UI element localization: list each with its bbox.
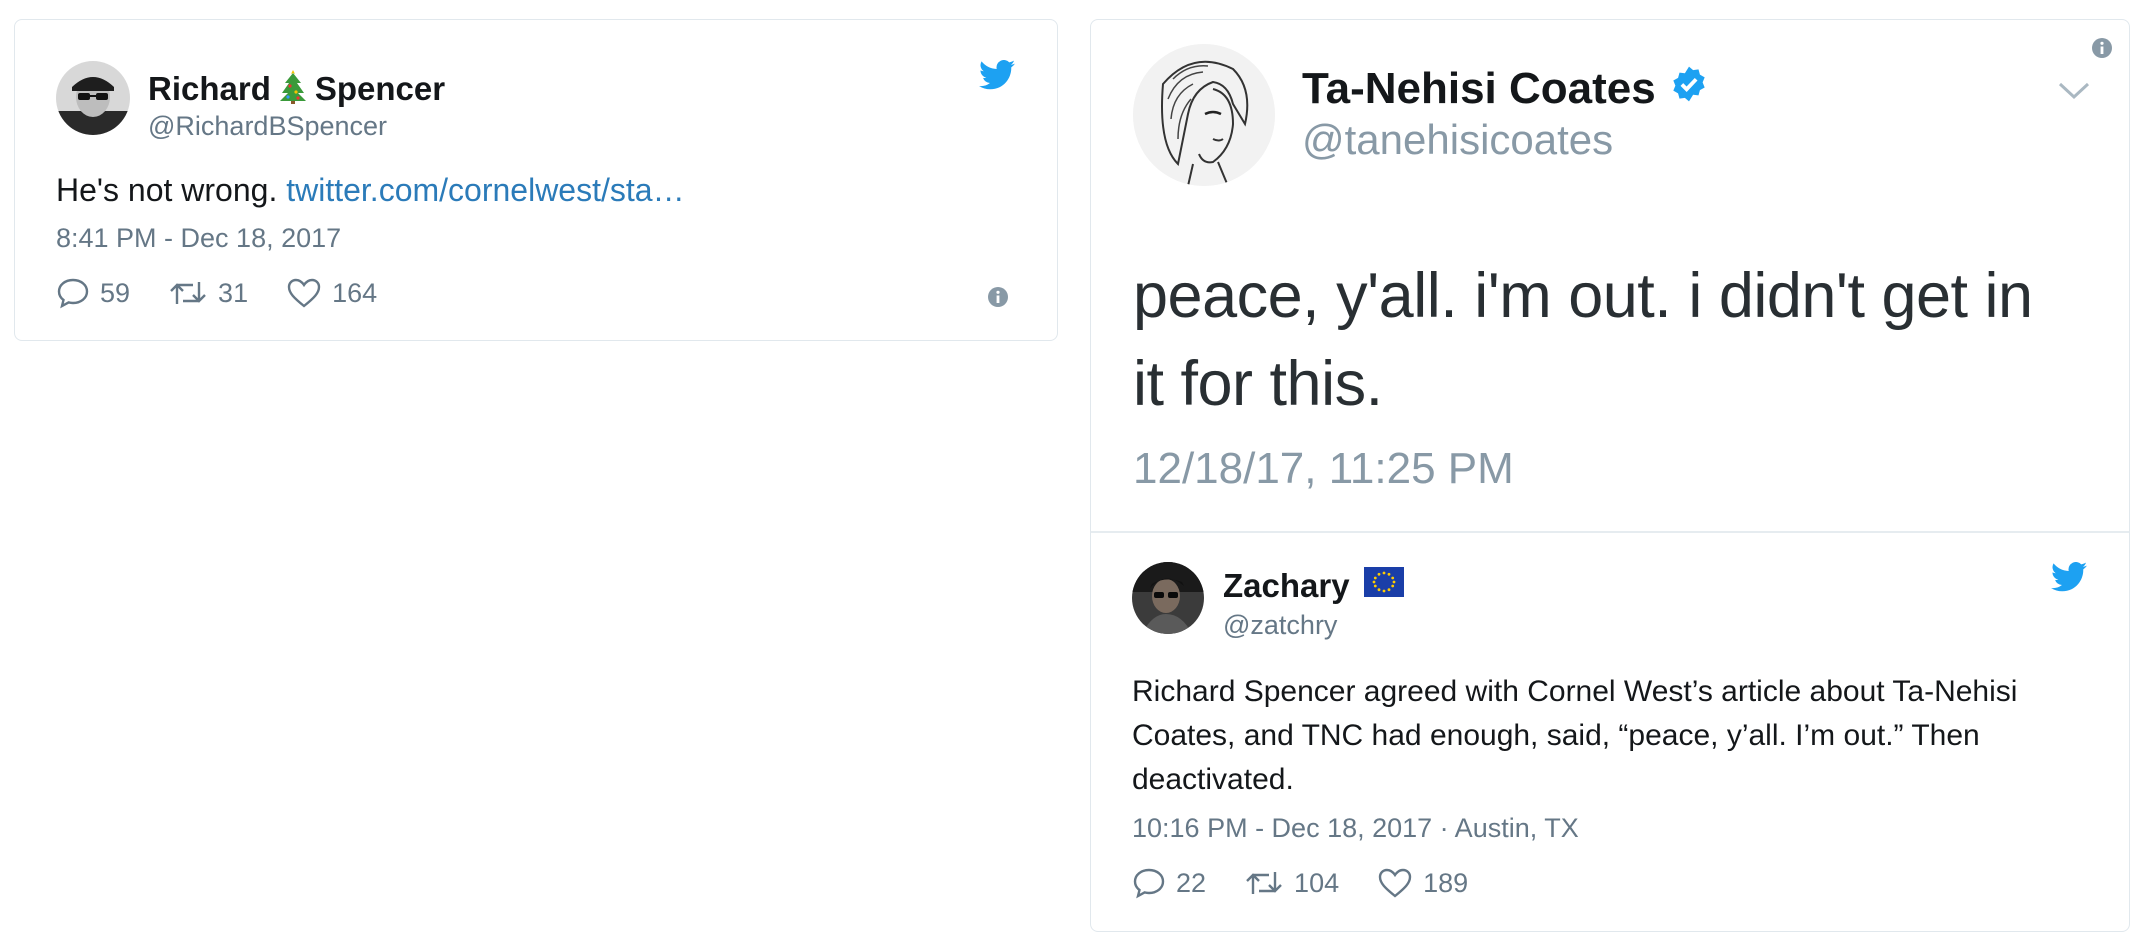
like-button[interactable]: 189 [1377, 867, 1468, 899]
heart-icon [287, 278, 321, 308]
tweet-body: He's not wrong. [56, 172, 287, 208]
reply-count: 22 [1176, 867, 1207, 898]
twitter-bird-icon[interactable] [2051, 561, 2087, 597]
chevron-down-icon[interactable] [2057, 80, 2091, 107]
author-name-text: Ta-Nehisi Coates [1302, 64, 1656, 113]
tweet-text: Richard Spencer agreed with Cornel West’… [1132, 675, 2018, 796]
reply-count: 59 [100, 277, 131, 308]
tweet-link[interactable]: twitter.com/cornelwest/sta… [286, 172, 684, 208]
like-button[interactable]: 164 [286, 277, 377, 309]
info-icon[interactable] [2091, 37, 2113, 64]
author-last-name: Spencer [314, 70, 446, 107]
retweet-count: 31 [218, 277, 249, 308]
retweet-count: 104 [1294, 867, 1340, 898]
tweet-text: peace, y'all. i'm out. i didn't get in i… [1133, 261, 2033, 419]
retweet-button[interactable]: 104 [1244, 867, 1339, 899]
retweet-button[interactable]: 31 [168, 277, 248, 309]
christmas-tree-icon [279, 68, 307, 112]
tweet-timestamp[interactable]: 10:16 PM - Dec 18, 2017 · Austin, TX [1132, 813, 1579, 844]
like-count: 189 [1423, 867, 1469, 898]
tweet-actions: 59 31 164 [56, 277, 415, 309]
twitter-bird-icon[interactable] [979, 59, 1015, 95]
avatar[interactable] [1132, 562, 1204, 634]
reply-button[interactable]: 59 [56, 277, 130, 309]
author-name[interactable]: Ta-Nehisi Coates [1302, 64, 1708, 114]
info-icon[interactable] [987, 286, 1009, 313]
divider [1091, 531, 2129, 533]
author-name[interactable]: Zachary [1223, 567, 1404, 605]
heart-icon [1378, 868, 1412, 898]
tweet-card-coates[interactable]: Ta-Nehisi Coates @tanehisicoates peace, … [1090, 19, 2130, 932]
reply-icon [57, 278, 89, 309]
tweet-text: He's not wrong. twitter.com/cornelwest/s… [56, 172, 685, 209]
reply-button[interactable]: 22 [1132, 867, 1206, 899]
reply-icon [1133, 868, 1165, 899]
eu-flag-icon [1363, 567, 1404, 605]
author-handle[interactable]: @RichardBSpencer [148, 111, 387, 142]
author-name-text: Zachary [1223, 567, 1350, 604]
retweet-icon [1246, 872, 1282, 894]
verified-badge-icon [1670, 64, 1708, 114]
retweet-icon [170, 282, 206, 304]
tweet-actions: 22 104 189 [1132, 867, 1506, 899]
avatar[interactable] [56, 61, 130, 135]
author-handle[interactable]: @zatchry [1223, 610, 1337, 641]
tweet-card-richard-spencer[interactable]: Richard Spencer @RichardBSpencer He's not… [14, 19, 1058, 341]
tweet-timestamp[interactable]: 12/18/17, 11:25 PM [1133, 444, 1514, 494]
author-first-name: Richard [148, 70, 271, 107]
avatar[interactable] [1133, 44, 1275, 186]
author-handle[interactable]: @tanehisicoates [1302, 116, 1613, 164]
tweet-timestamp[interactable]: 8:41 PM - Dec 18, 2017 [56, 223, 341, 254]
author-name[interactable]: Richard Spencer [148, 68, 445, 112]
like-count: 164 [332, 277, 378, 308]
